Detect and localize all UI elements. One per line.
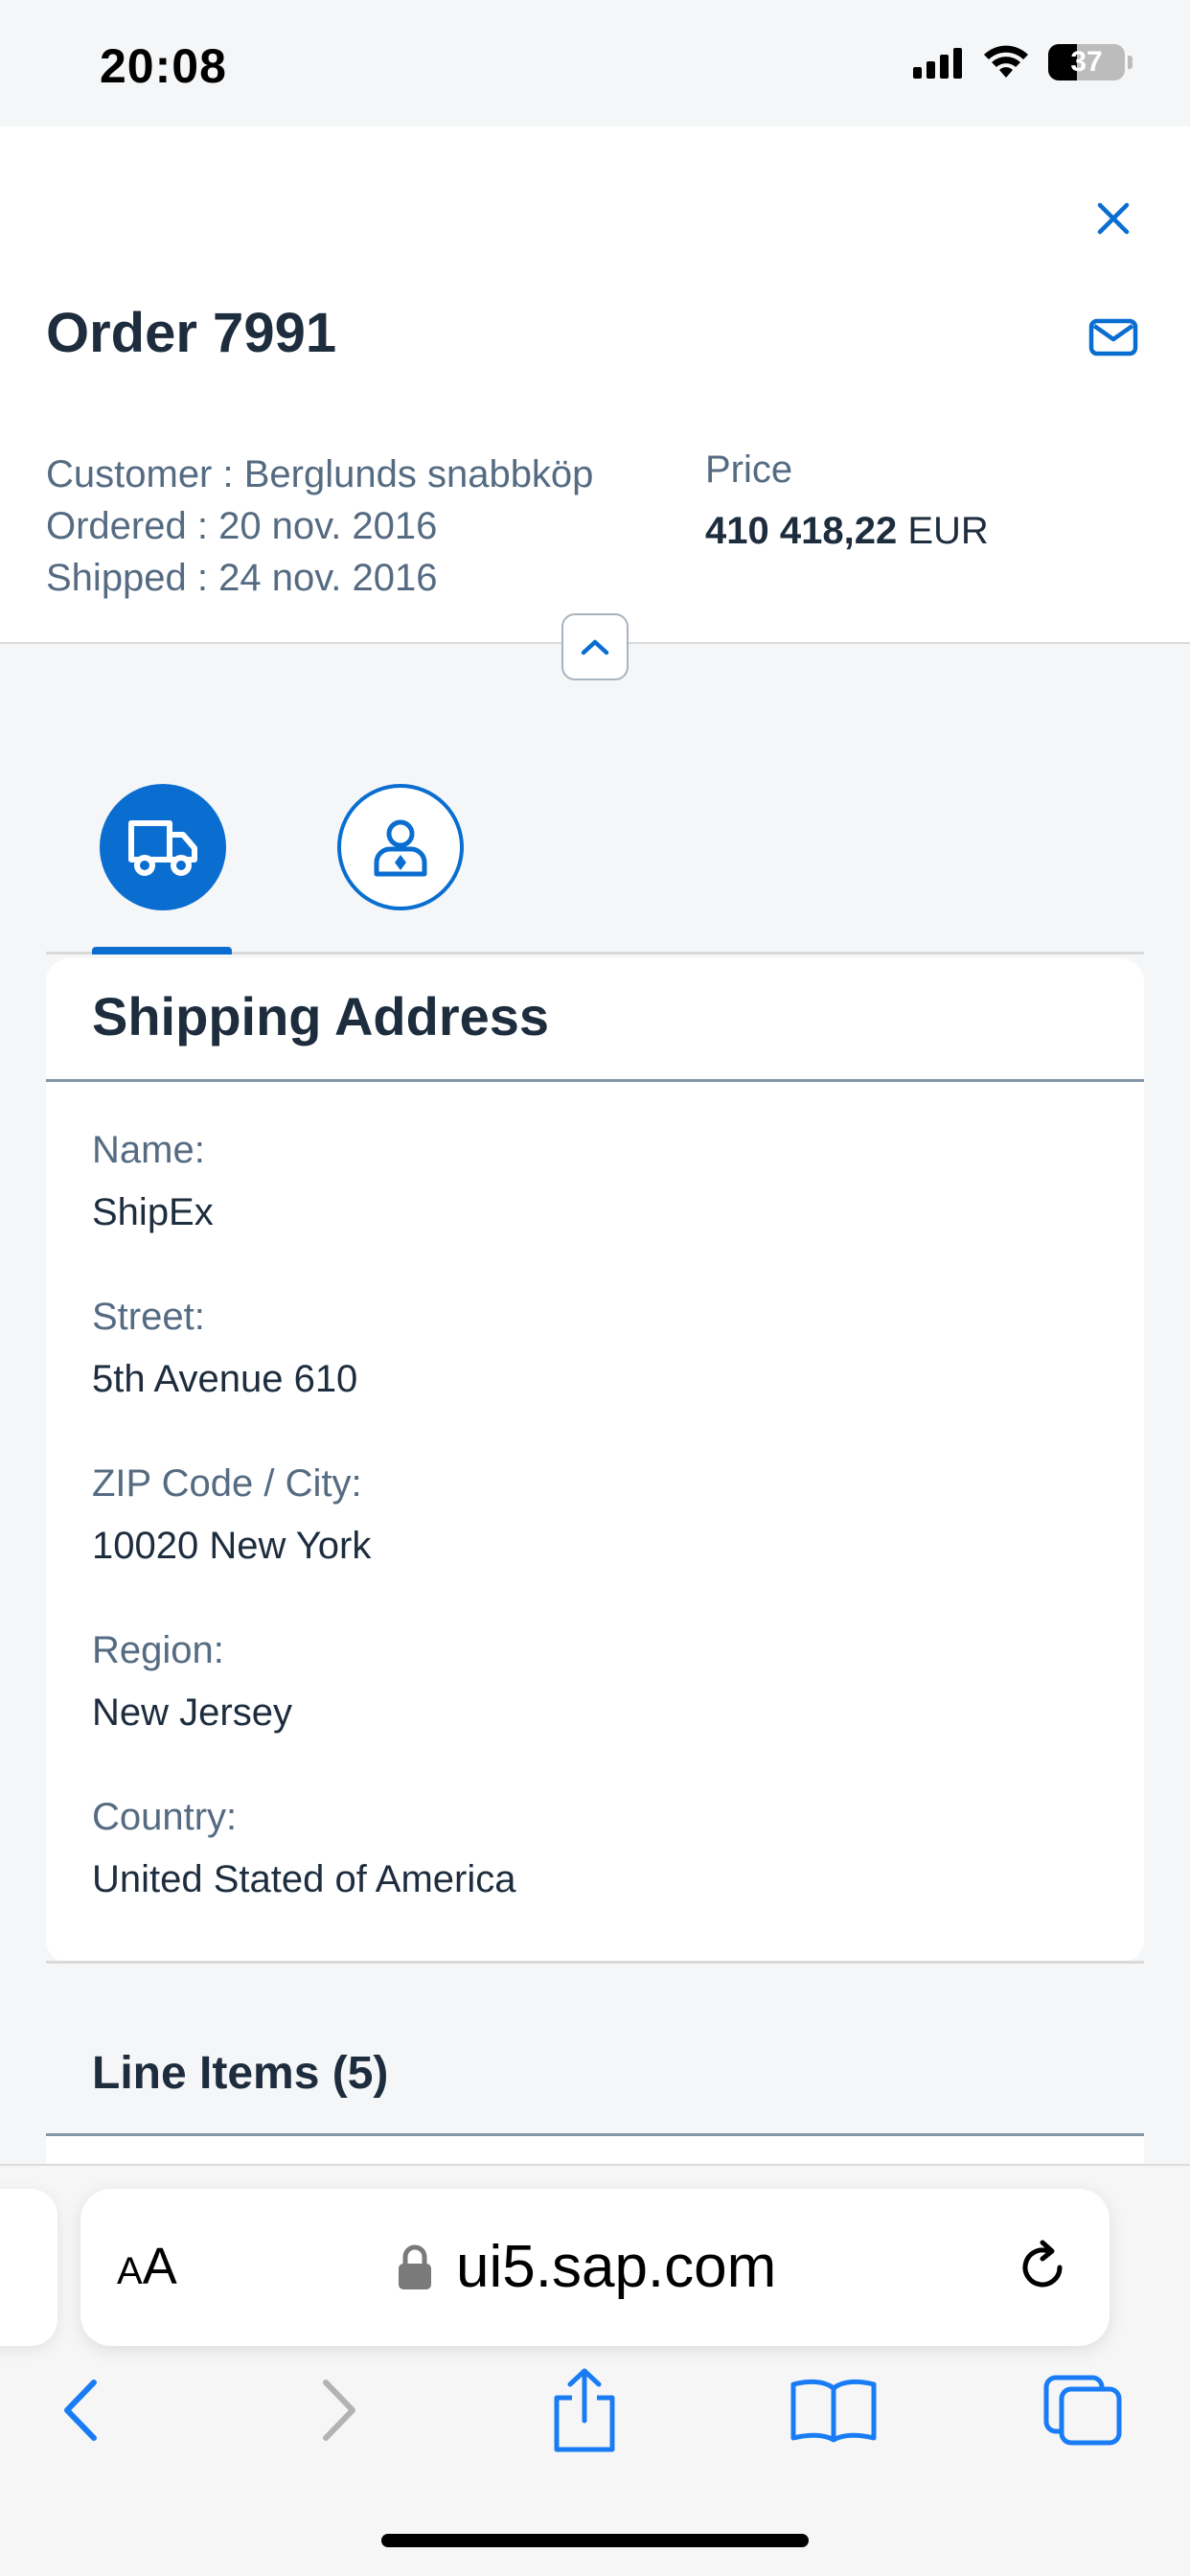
field-label: ZIP Code / City: — [92, 1462, 362, 1505]
price-amount: 410 418,22 — [705, 510, 898, 552]
lock-icon — [399, 2244, 431, 2289]
previous-tab-preview[interactable] — [0, 2189, 57, 2346]
shipping-address-card: Shipping Address Name: ShipEx Street: 5t… — [46, 958, 1144, 1963]
status-bar: 20:08 37 — [0, 0, 1190, 126]
order-header: Order 7991 Customer : Berglunds snabbköp… — [0, 126, 1190, 644]
tabs-icon — [1043, 2375, 1122, 2446]
share-icon — [554, 2368, 615, 2452]
truck-icon — [128, 820, 197, 876]
browser-toolbar: AA ui5.sap.com — [0, 2164, 1190, 2576]
line-items-table — [46, 2136, 1144, 2165]
customer-icon — [374, 819, 427, 877]
customer-text: Customer : Berglunds snabbköp — [46, 453, 594, 495]
page-title: Order 7991 — [46, 302, 337, 364]
collapse-header-button[interactable] — [561, 613, 629, 680]
icon-tab-bar — [46, 746, 1144, 954]
wifi-icon — [984, 45, 1028, 78]
tab-selected-indicator — [92, 947, 232, 954]
bookmarks-button[interactable] — [786, 2358, 881, 2463]
forward-button[interactable] — [291, 2358, 387, 2463]
field-value: United Stated of America — [92, 1858, 516, 1900]
field-country: Country: United Stated of America — [92, 1796, 515, 1901]
aa-small: A — [117, 2250, 143, 2292]
field-street: Street: 5th Avenue 610 — [92, 1296, 357, 1401]
share-button[interactable] — [537, 2358, 632, 2463]
divider — [46, 1079, 1144, 1082]
field-region: Region: New Jersey — [92, 1629, 292, 1735]
ordered-text: Ordered : 20 nov. 2016 — [46, 505, 438, 547]
tabs-button[interactable] — [1035, 2358, 1131, 2463]
close-icon — [1097, 202, 1130, 235]
price-label: Price — [705, 448, 793, 491]
price-currency: EUR — [907, 510, 989, 552]
email-button[interactable] — [1083, 310, 1144, 364]
close-button[interactable] — [1087, 192, 1140, 245]
browser-nav-row — [0, 2358, 1190, 2472]
status-icons: 37 — [913, 44, 1133, 80]
address-bar[interactable]: AA ui5.sap.com — [80, 2189, 1110, 2346]
price-value: 410 418,22 EUR — [705, 510, 989, 553]
order-meta: Customer : Berglunds snabbköp Ordered : … — [46, 448, 593, 604]
field-name: Name: ShipEx — [92, 1129, 214, 1234]
back-button[interactable] — [33, 2358, 128, 2463]
field-label: Country: — [92, 1796, 238, 1838]
url-display[interactable]: ui5.sap.com — [397, 2233, 776, 2301]
field-value: 5th Avenue 610 — [92, 1358, 358, 1400]
back-icon — [64, 2380, 97, 2441]
home-indicator — [381, 2534, 809, 2547]
field-label: Region: — [92, 1629, 224, 1671]
line-items-title: Line Items (5) — [92, 2048, 389, 2099]
field-label: Street: — [92, 1296, 205, 1338]
shipped-text: Shipped : 24 nov. 2016 — [46, 557, 438, 599]
signal-icon — [913, 46, 962, 79]
battery-level: 37 — [1070, 46, 1103, 78]
field-label: Name: — [92, 1129, 205, 1171]
shipping-address-title: Shipping Address — [92, 986, 550, 1046]
field-value: ShipEx — [92, 1191, 214, 1233]
field-value: New Jersey — [92, 1691, 292, 1734]
aa-big: A — [142, 2238, 177, 2295]
divider — [46, 1961, 1144, 1964]
bookmarks-icon — [790, 2379, 877, 2443]
battery-icon: 37 — [1048, 44, 1125, 80]
field-value: 10020 New York — [92, 1525, 372, 1567]
status-time: 20:08 — [100, 39, 227, 93]
text-size-button[interactable]: AA — [117, 2237, 177, 2296]
tab-shipping[interactable] — [100, 784, 226, 910]
tab-customer[interactable] — [337, 784, 464, 910]
reload-icon[interactable] — [1014, 2239, 1071, 2296]
chevron-up-icon — [581, 639, 609, 656]
mail-icon — [1088, 318, 1138, 356]
url-text: ui5.sap.com — [456, 2234, 777, 2300]
field-zip-city: ZIP Code / City: 10020 New York — [92, 1462, 371, 1568]
forward-icon — [323, 2380, 355, 2441]
